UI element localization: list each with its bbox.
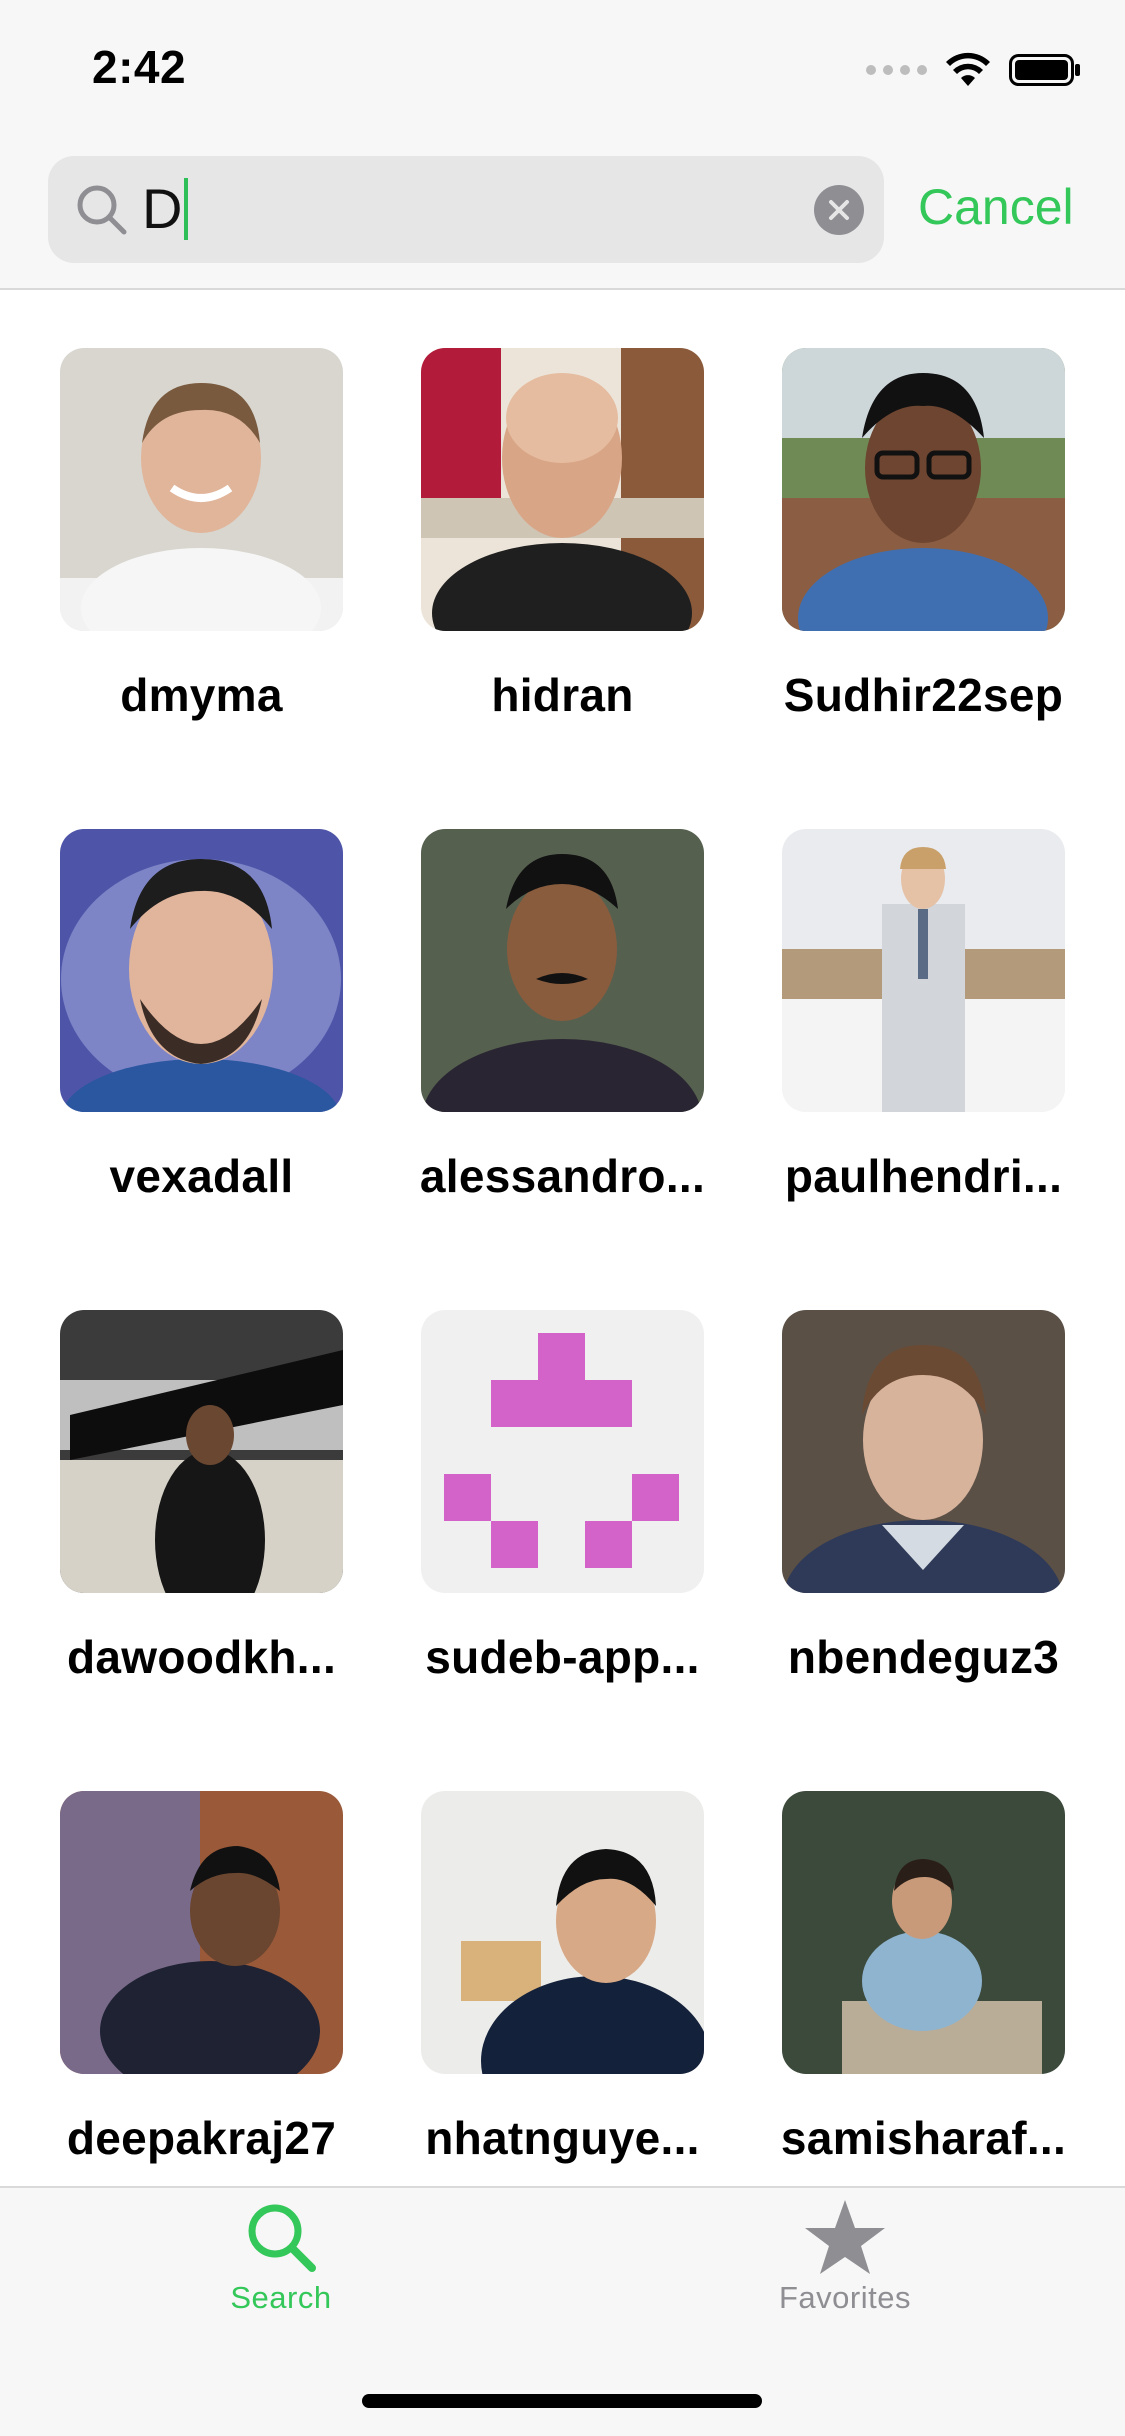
search-icon	[72, 180, 132, 240]
user-avatar[interactable]	[60, 348, 343, 631]
user-avatar[interactable]	[421, 1791, 704, 2074]
user-avatar[interactable]	[782, 829, 1065, 1112]
user-cell[interactable]: dmyma	[40, 290, 360, 721]
clear-search-button[interactable]	[814, 185, 864, 235]
user-cell[interactable]: paulhendri...	[762, 771, 1082, 1202]
user-avatar[interactable]	[421, 348, 704, 631]
user-cell[interactable]: dawoodkh...	[40, 1252, 360, 1683]
status-time: 2:42	[92, 41, 187, 93]
user-cell[interactable]: samisharaf...	[762, 1733, 1082, 2164]
identicon-avatar[interactable]	[421, 1310, 704, 1593]
username-label: hidran	[491, 669, 634, 721]
cellular-signal-icon	[866, 65, 927, 75]
user-avatar[interactable]	[782, 1791, 1065, 2074]
user-cell[interactable]: Sudhir22sep	[762, 290, 1082, 721]
search-query-text: D	[142, 177, 183, 240]
username-label: paulhendri...	[784, 1150, 1063, 1202]
app-screen: 2:42 D Cancel dmyma hidran Sudhir22sep v…	[0, 0, 1125, 2436]
clear-icon	[829, 200, 849, 220]
user-avatar[interactable]	[782, 348, 1065, 631]
text-caret	[184, 178, 189, 240]
user-avatar[interactable]	[60, 1791, 343, 2074]
tab-label: Search	[230, 2280, 332, 2315]
star-icon	[805, 2200, 885, 2274]
wifi-icon	[946, 52, 990, 86]
tab-search[interactable]: Search	[131, 2198, 431, 2348]
user-avatar[interactable]	[60, 1310, 343, 1593]
user-cell[interactable]: nhatnguye...	[401, 1733, 721, 2164]
tab-favorites[interactable]: Favorites	[695, 2198, 995, 2348]
username-label: dmyma	[120, 669, 283, 721]
user-cell[interactable]: vexadall	[40, 771, 360, 1202]
results-grid: dmyma hidran Sudhir22sep vexadall alessa…	[0, 290, 1125, 2186]
cancel-button[interactable]: Cancel	[918, 178, 1074, 236]
battery-icon	[1009, 54, 1080, 86]
home-indicator[interactable]	[362, 2394, 762, 2408]
username-label: deepakraj27	[66, 2112, 337, 2164]
username-label: Sudhir22sep	[783, 669, 1064, 721]
user-cell[interactable]: nbendeguz3	[762, 1252, 1082, 1683]
user-avatar[interactable]	[60, 829, 343, 1112]
username-label: sudeb-app...	[425, 1631, 700, 1683]
user-cell[interactable]: deepakraj27	[40, 1733, 360, 2164]
username-label: nbendeguz3	[787, 1631, 1060, 1683]
search-query[interactable]: D	[142, 177, 189, 240]
tab-label: Favorites	[779, 2280, 911, 2315]
username-label: nhatnguye...	[425, 2112, 700, 2164]
user-avatar[interactable]	[421, 829, 704, 1112]
username-label: vexadall	[109, 1150, 294, 1202]
user-cell[interactable]: alessandro...	[401, 771, 721, 1202]
status-indicators	[866, 50, 1081, 90]
user-avatar[interactable]	[782, 1310, 1065, 1593]
header: 2:42 D Cancel	[0, 0, 1125, 290]
user-cell[interactable]: sudeb-app...	[401, 1252, 721, 1683]
user-cell[interactable]: hidran	[401, 290, 721, 721]
username-label: dawoodkh...	[66, 1631, 337, 1683]
username-label: alessandro...	[419, 1150, 706, 1202]
search-input[interactable]: D	[48, 156, 884, 263]
username-label: samisharaf...	[780, 2112, 1067, 2164]
search-icon	[248, 2204, 316, 2272]
